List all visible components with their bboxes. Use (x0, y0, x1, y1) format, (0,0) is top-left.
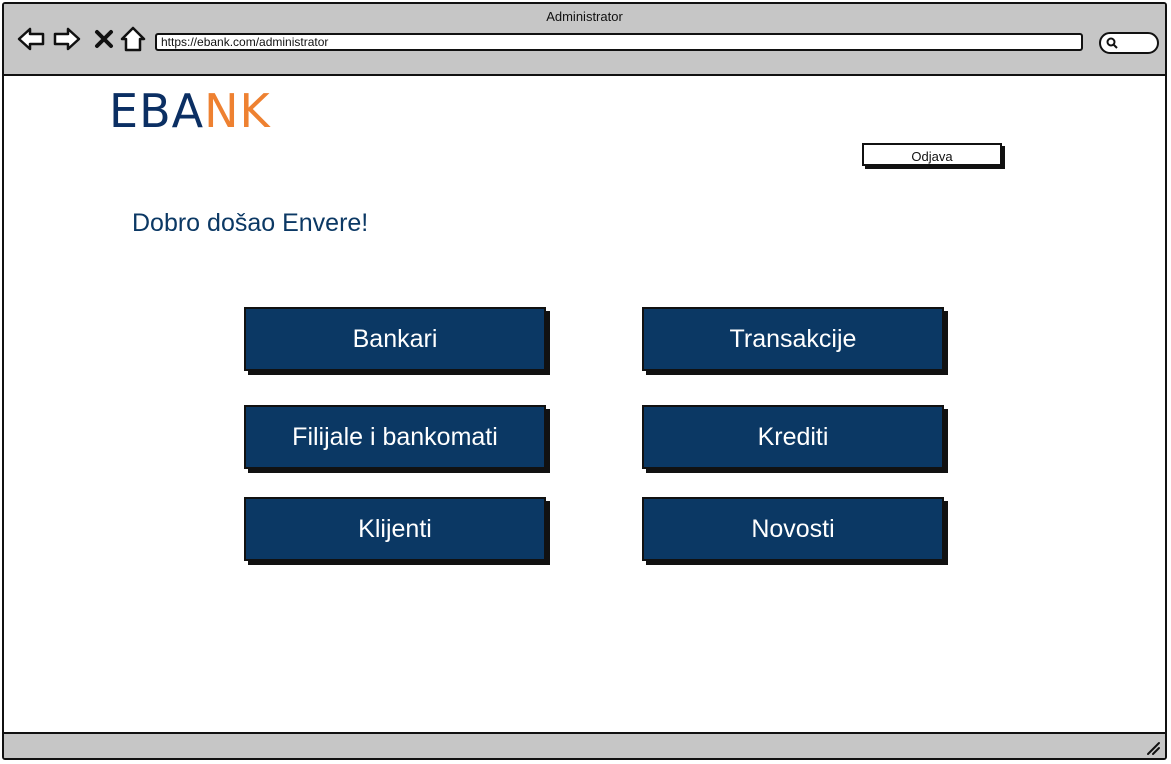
welcome-heading: Dobro došao Envere! (132, 209, 369, 237)
novosti-button[interactable]: Novosti (642, 497, 944, 561)
page-content: EBANK Odjava Dobro došao Envere! Bankari… (4, 76, 1165, 734)
window-title: Administrator (546, 9, 623, 24)
status-bar (4, 732, 1165, 758)
search-icon (1106, 37, 1118, 49)
bankari-button[interactable]: Bankari (244, 307, 546, 371)
browser-window: Administrator https://ebank.com/administ… (2, 2, 1167, 760)
filijale-bankomati-button[interactable]: Filijale i bankomati (244, 405, 546, 469)
home-icon[interactable] (118, 24, 148, 54)
transakcije-button[interactable]: Transakcije (642, 307, 944, 371)
browser-search-input[interactable] (1099, 32, 1159, 54)
resize-grip-icon[interactable] (1145, 740, 1161, 756)
logout-button[interactable]: Odjava (862, 143, 1002, 166)
ebank-logo: EBANK (109, 84, 271, 138)
back-arrow-icon[interactable] (16, 24, 46, 54)
close-icon[interactable] (90, 24, 120, 54)
forward-arrow-icon[interactable] (52, 24, 82, 54)
browser-toolbar: Administrator https://ebank.com/administ… (4, 4, 1165, 76)
krediti-button[interactable]: Krediti (642, 405, 944, 469)
address-bar[interactable]: https://ebank.com/administrator (155, 33, 1083, 51)
klijenti-button[interactable]: Klijenti (244, 497, 546, 561)
